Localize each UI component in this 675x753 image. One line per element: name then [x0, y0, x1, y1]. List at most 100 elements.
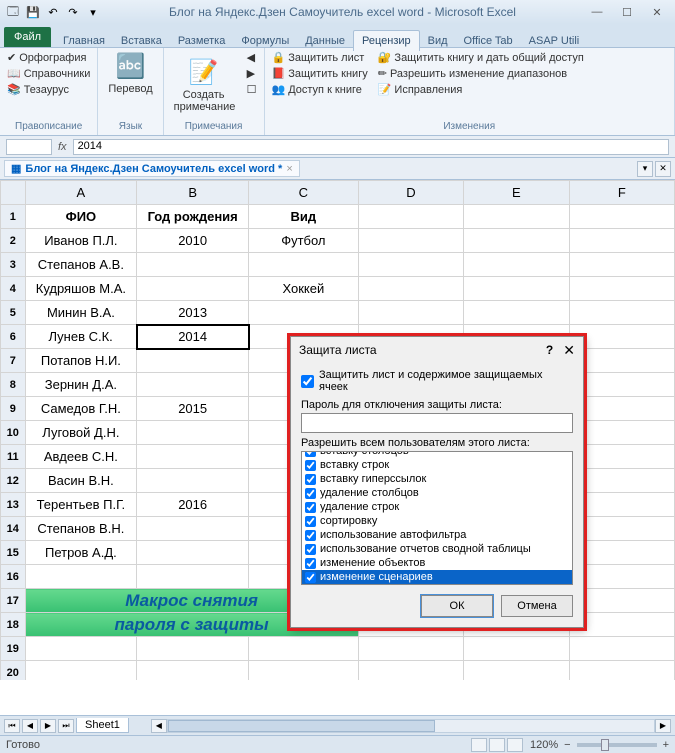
row-header-9[interactable]: 9 — [1, 397, 26, 421]
cell-E5[interactable] — [464, 301, 569, 325]
sheet-nav-first[interactable]: ⏮ — [4, 719, 20, 733]
zoom-out-button[interactable]: − — [564, 739, 570, 751]
cell-A16[interactable] — [25, 565, 137, 589]
cell-A10[interactable]: Луговой Д.Н. — [25, 421, 137, 445]
cell-B15[interactable] — [137, 541, 249, 565]
col-header-E[interactable]: E — [464, 181, 569, 205]
sheet-nav-next[interactable]: ▶ — [40, 719, 56, 733]
permission-item-4[interactable]: удаление строк — [302, 500, 572, 514]
row-header-6[interactable]: 6 — [1, 325, 26, 349]
cell-B14[interactable] — [137, 517, 249, 541]
row-header-5[interactable]: 5 — [1, 301, 26, 325]
permission-item-7[interactable]: использование отчетов сводной таблицы — [302, 542, 572, 556]
cell-B1[interactable]: Год рождения — [137, 205, 249, 229]
permission-item-3[interactable]: удаление столбцов — [302, 486, 572, 500]
cell-B16[interactable] — [137, 565, 249, 589]
changes-item-3[interactable]: 🔐Защитить книгу и дать общий доступ — [375, 50, 587, 65]
cell-A4[interactable]: Кудряшов М.А. — [25, 277, 137, 301]
cell-C2[interactable]: Футбол — [249, 229, 359, 253]
protect-contents-input[interactable] — [301, 375, 314, 388]
view-pagebreak-button[interactable] — [507, 738, 523, 752]
cell-C4[interactable]: Хоккей — [249, 277, 359, 301]
permission-item-9[interactable]: изменение сценариев — [302, 570, 572, 584]
fx-icon[interactable]: fx — [58, 141, 67, 153]
cell-B12[interactable] — [137, 469, 249, 493]
zoom-slider[interactable] — [577, 743, 657, 747]
cell-F15[interactable] — [569, 541, 674, 565]
permission-item-0[interactable]: вставку столбцов — [302, 451, 572, 458]
cell-D3[interactable] — [358, 253, 464, 277]
col-header-F[interactable]: F — [569, 181, 674, 205]
cell-A13[interactable]: Терентьев П.Г. — [25, 493, 137, 517]
cell-A15[interactable]: Петров А.Д. — [25, 541, 137, 565]
cell-B10[interactable] — [137, 421, 249, 445]
cell-B3[interactable] — [137, 253, 249, 277]
row-header-16[interactable]: 16 — [1, 565, 26, 589]
ok-button[interactable]: ОК — [421, 595, 493, 617]
proofing-item-2[interactable]: 📚Тезаурус — [4, 82, 93, 97]
cell-A11[interactable]: Авдеев С.Н. — [25, 445, 137, 469]
excel-icon[interactable]: 🗔 — [4, 3, 22, 21]
zoom-in-button[interactable]: + — [663, 739, 669, 751]
protect-contents-checkbox[interactable]: Защитить лист и содержимое защищаемых яч… — [301, 369, 573, 393]
file-tab[interactable]: Файл — [4, 27, 51, 47]
docstrip-close[interactable]: ✕ — [655, 161, 671, 177]
cell-D2[interactable] — [358, 229, 464, 253]
undo-icon[interactable]: ↶ — [44, 3, 62, 21]
formula-input[interactable]: 2014 — [73, 139, 669, 155]
cell-F1[interactable] — [569, 205, 674, 229]
cell-B9[interactable]: 2015 — [137, 397, 249, 421]
row-header-7[interactable]: 7 — [1, 349, 26, 373]
cell-F14[interactable] — [569, 517, 674, 541]
cell-F7[interactable] — [569, 349, 674, 373]
cell-F8[interactable] — [569, 373, 674, 397]
row-header-12[interactable]: 12 — [1, 469, 26, 493]
cell-F12[interactable] — [569, 469, 674, 493]
cell-F6[interactable] — [569, 325, 674, 349]
changes-item-0[interactable]: 🔒Защитить лист — [269, 50, 371, 65]
row-header-15[interactable]: 15 — [1, 541, 26, 565]
name-box[interactable] — [6, 139, 52, 155]
cell-C5[interactable] — [249, 301, 359, 325]
changes-item-4[interactable]: ✏Разрешить изменение диапазонов — [375, 66, 587, 81]
cell-D5[interactable] — [358, 301, 464, 325]
row-header-14[interactable]: 14 — [1, 517, 26, 541]
cell-B8[interactable] — [137, 373, 249, 397]
dialog-close-button[interactable]: ✕ — [563, 342, 575, 359]
changes-item-2[interactable]: 👥Доступ к книге — [269, 82, 371, 97]
cell-B7[interactable] — [137, 349, 249, 373]
cell-A9[interactable]: Самедов Г.Н. — [25, 397, 137, 421]
permission-item-1[interactable]: вставку строк — [302, 458, 572, 472]
next-comment-button[interactable]: ▶ — [244, 66, 260, 81]
zoom-level[interactable]: 120% — [530, 739, 558, 751]
row-header-13[interactable]: 13 — [1, 493, 26, 517]
horizontal-scrollbar[interactable]: ◀ ▶ — [151, 719, 671, 733]
row-header-2[interactable]: 2 — [1, 229, 26, 253]
cell-A14[interactable]: Степанов В.Н. — [25, 517, 137, 541]
cell-F5[interactable] — [569, 301, 674, 325]
prev-comment-button[interactable]: ◀ — [244, 50, 260, 65]
cell-A2[interactable]: Иванов П.Л. — [25, 229, 137, 253]
cell-F13[interactable] — [569, 493, 674, 517]
qat-dropdown-icon[interactable]: ▾ — [84, 3, 102, 21]
cell-B5[interactable]: 2013 — [137, 301, 249, 325]
select-all-corner[interactable] — [1, 181, 26, 205]
cell-A12[interactable]: Васин В.Н. — [25, 469, 137, 493]
permission-item-5[interactable]: сортировку — [302, 514, 572, 528]
cell-E3[interactable] — [464, 253, 569, 277]
redo-icon[interactable]: ↷ — [64, 3, 82, 21]
cell-A7[interactable]: Потапов Н.И. — [25, 349, 137, 373]
close-button[interactable]: ✕ — [643, 3, 671, 21]
cell-A8[interactable]: Зернин Д.А. — [25, 373, 137, 397]
sheet-nav-last[interactable]: ⏭ — [58, 719, 74, 733]
row-header-10[interactable]: 10 — [1, 421, 26, 445]
cancel-button[interactable]: Отмена — [501, 595, 573, 617]
cell-F10[interactable] — [569, 421, 674, 445]
proofing-item-1[interactable]: 📖Справочники — [4, 66, 93, 81]
maximize-button[interactable]: ☐ — [613, 3, 641, 21]
col-header-B[interactable]: B — [137, 181, 249, 205]
cell-F9[interactable] — [569, 397, 674, 421]
permission-item-2[interactable]: вставку гиперссылок — [302, 472, 572, 486]
cell-C3[interactable] — [249, 253, 359, 277]
permission-item-8[interactable]: изменение объектов — [302, 556, 572, 570]
